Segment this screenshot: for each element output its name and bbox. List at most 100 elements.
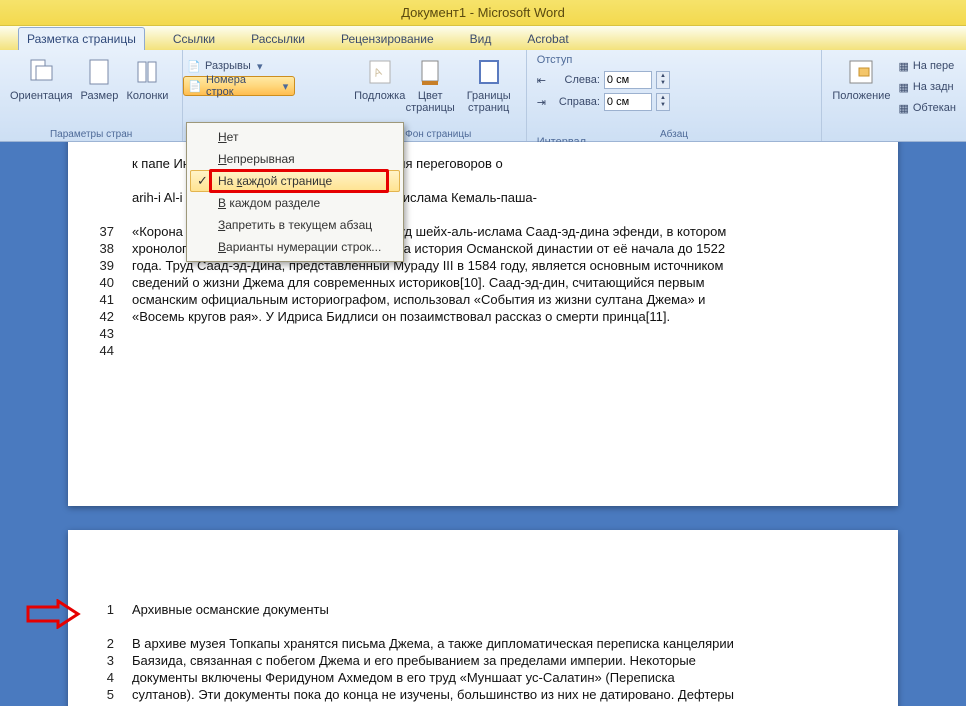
columns-button[interactable]: Колонки (122, 54, 172, 104)
dd-suppress-current[interactable]: Запретить в текущем абзац (190, 214, 400, 236)
line-number (92, 190, 132, 205)
position-icon (845, 56, 877, 88)
chevron-down-icon: ▾ (255, 60, 265, 73)
tab-view[interactable]: Вид (462, 28, 500, 50)
line-text: В архиве музея Топкапы хранятся письма Д… (132, 636, 874, 651)
columns-label: Колонки (126, 90, 168, 102)
line-number: 40 (92, 275, 132, 290)
indent-left-icon: ⇤ (537, 74, 546, 87)
line-number (92, 156, 132, 171)
text-line: 43 (92, 326, 874, 341)
send-back-button[interactable]: ▦ На задн (894, 77, 960, 97)
tab-page-layout[interactable]: Разметка страницы (18, 27, 145, 50)
breaks-icon: 📄 (187, 60, 201, 73)
document-area[interactable]: к папе Иннокентию VIII как посол Баязида… (0, 142, 966, 706)
indent-right-spinner[interactable]: ▲▼ (656, 93, 670, 111)
page-borders-label: Границы страниц (462, 90, 516, 114)
line-number: 5 (92, 687, 132, 702)
page-setup-group-label: Параметры стран (0, 129, 182, 140)
indent-left-spinner[interactable]: ▲▼ (656, 71, 670, 89)
line-number: 3 (92, 653, 132, 668)
red-arrow-annotation (26, 599, 82, 629)
text-line: 42«Восемь кругов рая». У Идриса Бидлиси … (92, 309, 874, 324)
indent-right-input[interactable] (604, 93, 652, 111)
line-number (92, 173, 132, 188)
line-number (92, 207, 132, 222)
indent-left-input[interactable] (604, 71, 652, 89)
position-label: Положение (832, 90, 890, 102)
line-number: 2 (92, 636, 132, 651)
dd-none[interactable]: Нет (190, 126, 400, 148)
bring-front-button[interactable]: ▦На пере (894, 56, 960, 76)
dd-continuous[interactable]: Непрерывная (190, 148, 400, 170)
tab-references[interactable]: Ссылки (165, 28, 223, 50)
text-line: 2В архиве музея Топкапы хранятся письма … (92, 636, 874, 651)
line-numbers-label: Номера строк (206, 74, 277, 98)
orientation-label: Ориентация (10, 90, 72, 102)
page-color-button[interactable]: Цвет страницы (403, 54, 458, 116)
text-wrap-button[interactable]: ▦ Обтекан (894, 98, 960, 118)
size-label: Размер (81, 90, 119, 102)
columns-icon (131, 56, 163, 88)
chevron-down-icon: ▾ (281, 80, 291, 93)
send-back-icon: ▦ (898, 81, 908, 94)
line-text: османским официальным историографом, исп… (132, 292, 874, 307)
line-numbers-icon: 📄 (188, 80, 202, 93)
text-wrap-icon: ▦ (898, 102, 908, 115)
text-line: 1Архивные османские документы (92, 602, 874, 617)
page-borders-icon (473, 56, 505, 88)
orientation-icon (25, 56, 57, 88)
text-line: 44 (92, 343, 874, 358)
size-icon (83, 56, 115, 88)
line-number: 43 (92, 326, 132, 341)
breaks-label: Разрывы (205, 60, 251, 72)
line-number: 39 (92, 258, 132, 273)
page-color-icon (414, 56, 446, 88)
dd-options[interactable]: Варианты нумерации строк... (190, 236, 400, 258)
indent-heading: Отступ (537, 54, 812, 66)
dd-restart-each-page[interactable]: ✓ На каждой странице (190, 170, 400, 192)
orientation-button[interactable]: Ориентация (6, 54, 76, 104)
watermark-label: Подложка (354, 90, 405, 102)
tab-review[interactable]: Рецензирование (333, 28, 442, 50)
text-wrap-label: Обтекан (913, 102, 956, 114)
line-number: 44 (92, 343, 132, 358)
page-borders-button[interactable]: Границы страниц (458, 54, 520, 116)
line-number: 1 (92, 602, 132, 617)
ribbon-tabs: Разметка страницы Ссылки Рассылки Реценз… (0, 26, 966, 50)
line-text (132, 619, 874, 634)
watermark-icon: A (364, 56, 396, 88)
dd-restart-each-section[interactable]: В каждом разделе (190, 192, 400, 214)
line-number (92, 619, 132, 634)
line-text: «Восемь кругов рая». У Идриса Бидлиси он… (132, 309, 874, 324)
line-number: 38 (92, 241, 132, 256)
position-button[interactable]: Положение (828, 54, 894, 118)
tab-mailings[interactable]: Рассылки (243, 28, 313, 50)
page-color-label: Цвет страницы (406, 90, 455, 114)
text-line: 41османским официальным историографом, и… (92, 292, 874, 307)
watermark-button[interactable]: A Подложка (357, 54, 403, 116)
text-line: 3Баязида, связанная с побегом Джема и ег… (92, 653, 874, 668)
line-text: Архивные османские документы (132, 602, 874, 617)
line-numbers-button[interactable]: 📄 Номера строк ▾ (183, 76, 295, 96)
text-line: 4документы включены Феридуном Ахмедом в … (92, 670, 874, 685)
page-2: 1Архивные османские документы 2В архиве … (68, 530, 898, 706)
line-text (132, 343, 874, 358)
text-line (92, 619, 874, 634)
line-number: 4 (92, 670, 132, 685)
indent-right-icon: ⇥ (537, 96, 546, 109)
bring-front-label: На пере (913, 60, 954, 72)
breaks-button[interactable]: 📄 Разрывы ▾ (183, 56, 295, 76)
tab-acrobat[interactable]: Acrobat (519, 28, 576, 50)
text-line: 5султанов). Эти документы пока до конца … (92, 687, 874, 702)
line-text: султанов). Эти документы пока до конца н… (132, 687, 874, 702)
line-number: 42 (92, 309, 132, 324)
check-icon: ✓ (197, 173, 208, 189)
line-text: Баязида, связанная с побегом Джема и его… (132, 653, 874, 668)
size-button[interactable]: Размер (76, 54, 122, 104)
send-back-label: На задн (913, 81, 954, 93)
line-number: 37 (92, 224, 132, 239)
ribbon: Ориентация Размер Колонки Параметры стра… (0, 50, 966, 142)
indent-right-label: Справа: (550, 96, 600, 108)
line-numbers-dropdown: Нет Непрерывная ✓ На каждой странице В к… (186, 122, 404, 262)
